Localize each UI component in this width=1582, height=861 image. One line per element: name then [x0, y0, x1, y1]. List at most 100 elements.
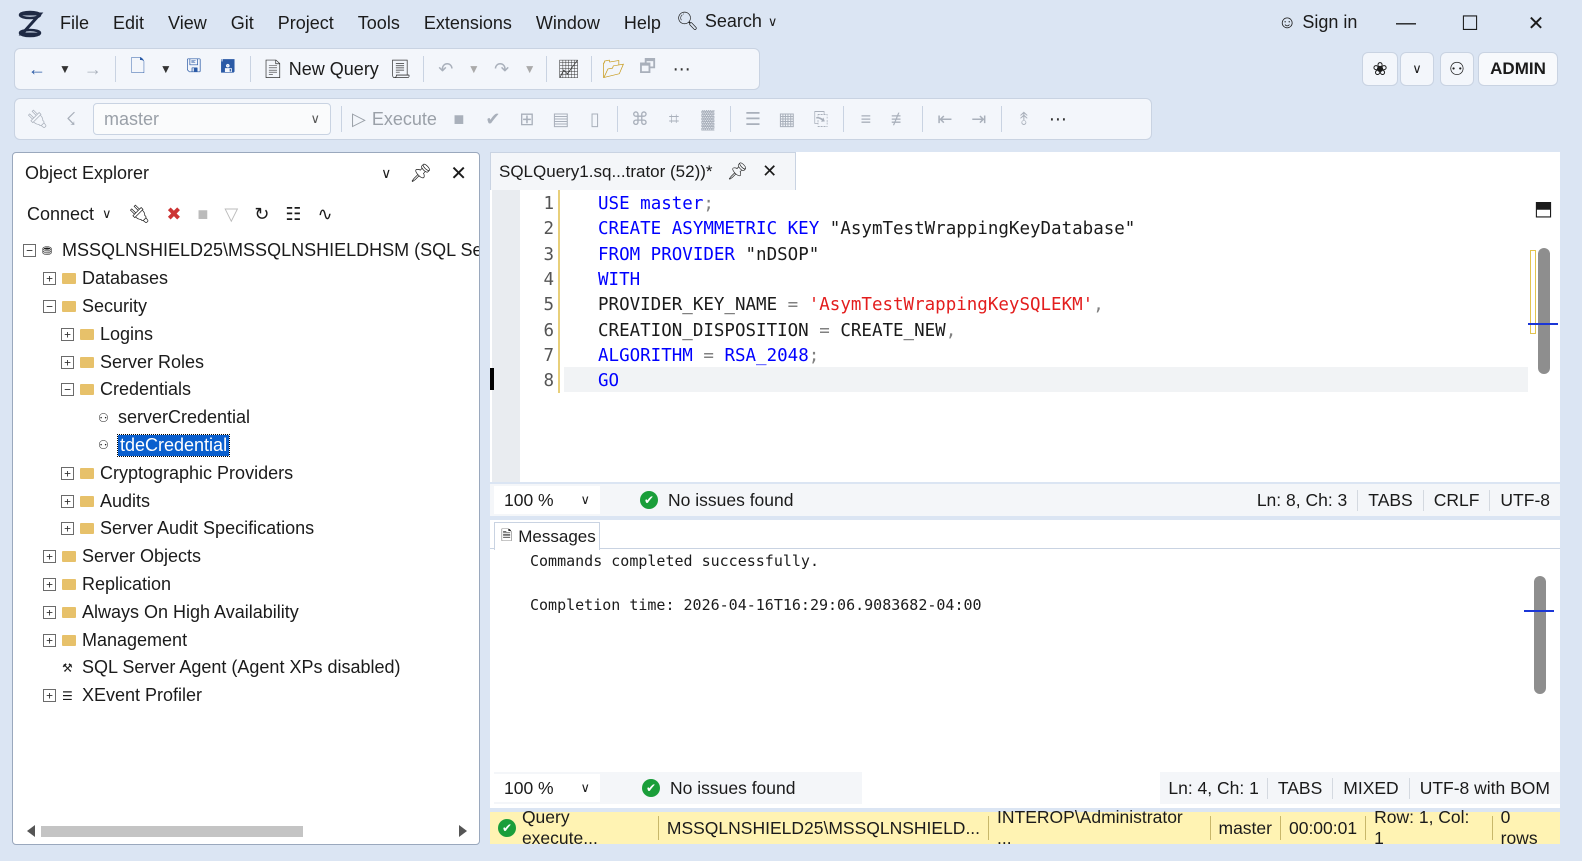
code-line[interactable]: USE master;: [598, 194, 714, 214]
line-ending[interactable]: MIXED: [1332, 777, 1408, 799]
menu-item-window[interactable]: Window: [524, 12, 612, 34]
zoom-select[interactable]: 100 % ∨: [494, 486, 600, 514]
minimize-button[interactable]: —: [1384, 8, 1428, 38]
query-designer-icon[interactable]: ▤: [549, 107, 573, 131]
change-connection-icon[interactable]: ☇: [59, 107, 83, 131]
tree-node[interactable]: + Management: [13, 626, 479, 654]
chevron-down-icon[interactable]: ∨: [381, 165, 391, 182]
increase-indent-icon[interactable]: ⇥: [967, 107, 991, 131]
code-line[interactable]: WITH: [598, 270, 640, 290]
results-to-text-icon[interactable]: ☰: [741, 107, 765, 131]
expand-icon[interactable]: +: [61, 494, 74, 508]
menu-item-project[interactable]: Project: [266, 12, 346, 34]
new-project-icon[interactable]: 🗋︎: [126, 56, 150, 81]
refresh-icon[interactable]: ↻: [254, 204, 269, 225]
filter-icon[interactable]: ▽: [224, 204, 238, 225]
expand-icon[interactable]: +: [43, 605, 56, 619]
pin-icon[interactable]: 📌︎: [409, 163, 432, 184]
search-box[interactable]: 🔍︎ Search ∨: [676, 11, 777, 32]
tree-node[interactable]: + Audits: [13, 487, 479, 515]
editor-vertical-scrollbar[interactable]: [1538, 248, 1550, 374]
code-line[interactable]: ALGORITHM = RSA_2048;: [598, 346, 819, 366]
expand-icon[interactable]: +: [43, 550, 56, 564]
issues-indicator[interactable]: ✔ No issues found: [642, 778, 796, 799]
connect-plug-icon[interactable]: 🔌︎: [128, 204, 151, 225]
decrease-indent-icon[interactable]: ⇤: [933, 107, 957, 131]
new-query-button[interactable]: 📄︎ New Query: [261, 57, 378, 81]
intellisense-icon[interactable]: ▯: [583, 107, 607, 131]
menu-item-extensions[interactable]: Extensions: [412, 12, 524, 34]
collapse-icon[interactable]: −: [23, 244, 36, 258]
expand-icon[interactable]: +: [61, 327, 74, 341]
expand-icon[interactable]: +: [43, 633, 56, 647]
database-select[interactable]: master ∨: [93, 103, 331, 135]
expand-icon[interactable]: +: [61, 522, 74, 536]
stop-icon[interactable]: ■: [198, 204, 209, 225]
tree-node[interactable]: − ⛃ MSSQLNSHIELD25\MSSQLNSHIELDHSM (SQL Se…: [13, 237, 479, 265]
forward-icon[interactable]: →: [81, 57, 105, 81]
back-dropdown[interactable]: ▼: [59, 62, 71, 76]
tree-node[interactable]: + Logins: [13, 320, 479, 348]
save-all-icon[interactable]: 🖪︎: [216, 56, 240, 81]
menu-item-tools[interactable]: Tools: [346, 12, 412, 34]
tree-node[interactable]: + Server Objects: [13, 543, 479, 571]
collapse-icon[interactable]: −: [43, 299, 56, 313]
encoding[interactable]: UTF-8 with BOM: [1408, 777, 1560, 799]
comment-icon[interactable]: ≡: [854, 107, 878, 131]
specify-values-icon[interactable]: ⥉: [1012, 107, 1036, 131]
indent-mode[interactable]: TABS: [1357, 489, 1422, 511]
menu-item-edit[interactable]: Edit: [101, 12, 156, 34]
zoom-select[interactable]: 100 % ∨: [494, 774, 600, 802]
code-line[interactable]: FROM PROVIDER "nDSOP": [598, 245, 819, 265]
tree-node[interactable]: + ☰ XEvent Profiler: [13, 682, 479, 710]
admin-badge[interactable]: ADMIN: [1478, 52, 1558, 86]
results-to-grid-icon[interactable]: ▦: [775, 107, 799, 131]
more-icon[interactable]: ⋯: [670, 57, 694, 81]
indent-mode[interactable]: TABS: [1266, 777, 1332, 799]
undo-icon[interactable]: ↶: [434, 57, 458, 81]
connect-dropdown[interactable]: Connect ∨: [27, 204, 112, 225]
issues-indicator[interactable]: ✔ No issues found: [640, 490, 794, 511]
save-icon[interactable]: 🖫︎: [182, 56, 206, 81]
tab-sqlquery1[interactable]: SQLQuery1.sq...trator (52))* 📌︎ ✕: [490, 152, 796, 190]
code-line[interactable]: PROVIDER_KEY_NAME = 'AsymTestWrappingKey…: [598, 295, 1104, 315]
expand-icon[interactable]: +: [43, 689, 56, 703]
tree-node[interactable]: + Always On High Availability: [13, 598, 479, 626]
live-stats-icon[interactable]: ⌗: [662, 107, 686, 131]
split-editor-icon[interactable]: ⬒: [1534, 196, 1553, 221]
results-to-file-icon[interactable]: ⎘: [809, 107, 833, 131]
query-file-icon[interactable]: 📃︎: [389, 57, 413, 81]
tree-node[interactable]: ⚇ serverCredential: [13, 404, 479, 432]
tree-node[interactable]: + Databases: [13, 265, 479, 293]
menu-item-view[interactable]: View: [156, 12, 219, 34]
messages-vertical-scrollbar[interactable]: [1534, 576, 1546, 694]
close-window-button[interactable]: ✕: [1514, 8, 1558, 38]
horizontal-scrollbar[interactable]: [23, 823, 471, 839]
activity-monitor-icon[interactable]: 📈︎: [557, 57, 581, 81]
copilot-dropdown[interactable]: ∨: [1400, 52, 1434, 86]
messages-tab[interactable]: 🗎︎ Messages: [494, 522, 600, 550]
encoding[interactable]: UTF-8: [1489, 489, 1560, 511]
tree-node[interactable]: ⚇ tdeCredential: [13, 432, 479, 460]
maximize-button[interactable]: ☐: [1448, 8, 1492, 38]
summary-icon[interactable]: ☷: [285, 204, 301, 225]
code-line[interactable]: CREATION_DISPOSITION = CREATE_NEW,: [598, 321, 956, 341]
close-icon[interactable]: ✕: [450, 161, 467, 186]
find-in-files-icon[interactable]: 🗗︎: [636, 56, 660, 81]
pin-icon[interactable]: 📌︎: [727, 162, 749, 182]
execute-button[interactable]: ▷ Execute: [352, 109, 437, 130]
tree-node[interactable]: + Server Audit Specifications: [13, 515, 479, 543]
code-area[interactable]: 1 USE master; 2 CREATE ASYMMETRIC KEY "Asym…: [543, 190, 1528, 482]
tree-node[interactable]: ⚒ SQL Server Agent (Agent XPs disabled): [13, 654, 479, 682]
sign-in-button[interactable]: ☺ Sign in: [1278, 12, 1357, 33]
code-line[interactable]: GO: [598, 371, 619, 391]
tree-node[interactable]: + Server Roles: [13, 348, 479, 376]
client-stats-icon[interactable]: ▓: [696, 107, 720, 131]
include-plan-icon[interactable]: ⌘: [628, 107, 652, 131]
tree-node[interactable]: + Replication: [13, 571, 479, 599]
menu-item-help[interactable]: Help: [612, 12, 673, 34]
tree-node[interactable]: + Cryptographic Providers: [13, 459, 479, 487]
collapse-icon[interactable]: −: [61, 383, 74, 397]
disconnect-icon[interactable]: ✖: [166, 204, 181, 225]
tree-node[interactable]: − Credentials: [13, 376, 479, 404]
